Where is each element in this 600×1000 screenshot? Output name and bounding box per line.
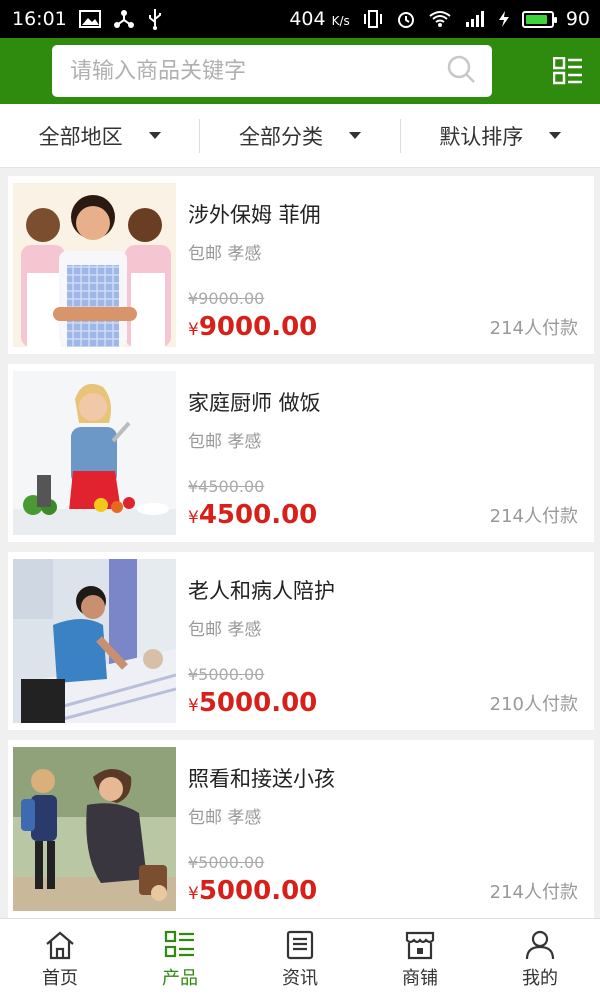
alarm-icon <box>396 9 416 29</box>
home-icon <box>46 931 74 959</box>
network-speed: 404 K/s <box>289 8 350 30</box>
nav-label: 商铺 <box>402 967 438 989</box>
search-box[interactable] <box>52 45 492 97</box>
user-icon <box>525 930 555 959</box>
filter-label: 全部地区 <box>38 124 123 149</box>
nav-products[interactable]: 产品 <box>120 919 240 1000</box>
category-menu-button[interactable] <box>550 53 586 89</box>
product-card[interactable]: 照看和接送小孩 包邮 孝感 ¥5000.00 ¥5000.00 214人付款 <box>8 740 594 918</box>
store-icon <box>405 931 435 959</box>
news-icon <box>286 930 314 959</box>
charging-icon <box>498 10 510 28</box>
filter-sort[interactable]: 默认排序 <box>399 118 600 153</box>
battery-icon <box>521 10 557 28</box>
nav-news[interactable]: 资讯 <box>240 919 360 1000</box>
product-shipping: 包邮 孝感 <box>188 244 262 264</box>
product-original-price: ¥5000.00 <box>188 853 265 872</box>
filter-bar: 全部地区 全部分类 默认排序 <box>0 104 600 168</box>
product-image-chef <box>13 371 176 535</box>
product-card[interactable]: 涉外保姆 菲佣 包邮 孝感 ¥9000.00 ¥9000.00 214人付款 <box>8 176 594 354</box>
category-menu-icon <box>553 57 582 85</box>
filter-label: 全部分类 <box>238 124 323 149</box>
bottom-nav: 首页 产品 资讯 商铺 我的 <box>0 918 600 1000</box>
product-list: 涉外保姆 菲佣 包邮 孝感 ¥9000.00 ¥9000.00 214人付款 家… <box>8 176 594 928</box>
product-image-caregiver <box>13 559 176 723</box>
nav-label: 首页 <box>42 967 78 989</box>
gallery-icon <box>78 10 101 28</box>
header <box>0 38 600 104</box>
product-shipping: 包邮 孝感 <box>188 620 262 640</box>
product-card[interactable]: 老人和病人陪护 包邮 孝感 ¥5000.00 ¥5000.00 210人付款 <box>8 552 594 730</box>
signal-icon <box>464 10 486 28</box>
product-original-price: ¥5000.00 <box>188 665 265 684</box>
nav-me[interactable]: 我的 <box>480 919 600 1000</box>
battery-percent: 90 <box>565 8 590 30</box>
product-sales: 210人付款 <box>489 694 578 715</box>
caret-down-icon <box>348 132 361 139</box>
filter-category[interactable]: 全部分类 <box>199 118 399 153</box>
filter-label: 默认排序 <box>439 124 524 149</box>
product-image-child-care <box>13 747 176 911</box>
product-card[interactable]: 家庭厨师 做饭 包邮 孝感 ¥4500.00 ¥4500.00 214人付款 <box>8 364 594 542</box>
product-sales: 214人付款 <box>489 506 578 527</box>
product-image-maids <box>13 183 176 347</box>
product-title: 家庭厨师 做饭 <box>188 391 321 415</box>
nav-store[interactable]: 商铺 <box>360 919 480 1000</box>
list-icon <box>164 930 194 957</box>
status-bar: 16:01 404 K/s 90 <box>0 0 600 38</box>
product-title: 涉外保姆 菲佣 <box>188 203 321 227</box>
search-icon[interactable] <box>446 54 476 88</box>
product-sales: 214人付款 <box>489 318 578 339</box>
product-title: 老人和病人陪护 <box>188 579 335 603</box>
nav-label: 我的 <box>522 967 558 989</box>
status-time: 16:01 <box>12 8 67 30</box>
product-shipping: 包邮 孝感 <box>188 808 262 828</box>
product-shipping: 包邮 孝感 <box>188 432 262 452</box>
wifi-icon <box>428 10 452 28</box>
filter-region[interactable]: 全部地区 <box>0 119 199 153</box>
usb-icon <box>147 8 163 30</box>
product-original-price: ¥4500.00 <box>188 477 265 496</box>
product-title: 照看和接送小孩 <box>188 767 335 791</box>
nav-label: 资讯 <box>282 967 318 989</box>
product-sales: 214人付款 <box>489 882 578 903</box>
share-icon <box>113 9 135 29</box>
search-input[interactable] <box>70 58 430 84</box>
vibrate-icon <box>362 9 384 29</box>
caret-down-icon <box>148 132 161 139</box>
caret-down-icon <box>549 132 562 139</box>
nav-home[interactable]: 首页 <box>0 919 120 1000</box>
nav-label: 产品 <box>162 967 198 989</box>
product-original-price: ¥9000.00 <box>188 289 265 308</box>
